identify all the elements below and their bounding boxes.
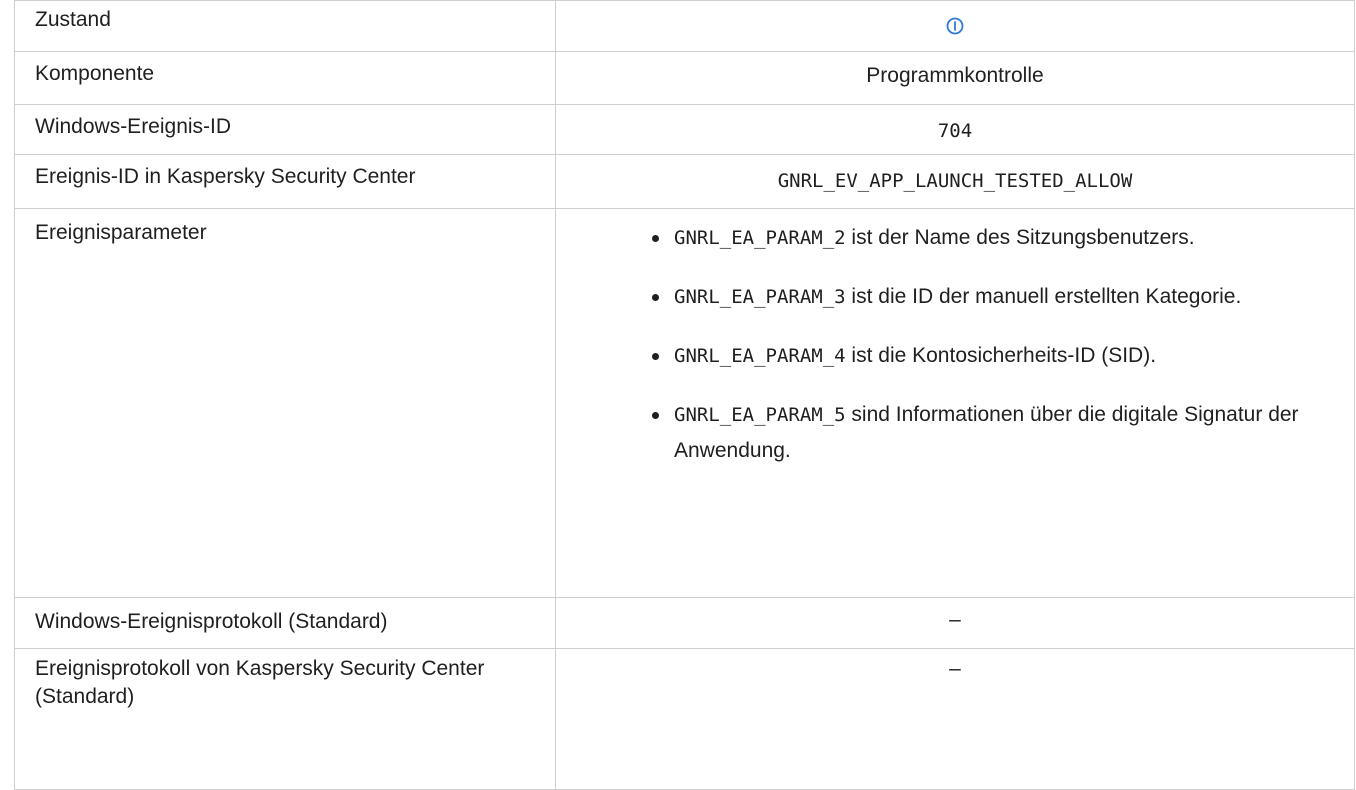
table-row-component: Komponente Programmkontrolle [14, 51, 1355, 105]
param-code: GNRL_EA_PARAM_4 [674, 345, 846, 367]
param-description: ist die Kontosicherheits-ID (SID). [845, 344, 1157, 367]
status-value [555, 0, 1355, 52]
component-label: Komponente [14, 51, 556, 105]
param-code: GNRL_EA_PARAM_2 [674, 227, 846, 249]
event-parameters-list: GNRL_EA_PARAM_2 ist der Name des Sitzung… [652, 220, 1332, 469]
param-code: GNRL_EA_PARAM_5 [674, 404, 846, 426]
bullet-icon [652, 294, 659, 301]
ksc-event-id-value: GNRL_EV_APP_LAUNCH_TESTED_ALLOW [555, 154, 1355, 209]
ksc-event-id-label: Ereignis-ID in Kaspersky Security Center [14, 154, 556, 209]
event-parameters-label: Ereignisparameter [14, 208, 556, 598]
info-circle-icon [945, 16, 965, 36]
event-parameters-value: GNRL_EA_PARAM_2 ist der Name des Sitzung… [555, 208, 1355, 598]
status-label: Zustand [14, 0, 556, 52]
list-item: GNRL_EA_PARAM_2 ist der Name des Sitzung… [652, 220, 1332, 256]
list-item: GNRL_EA_PARAM_5 sind Informationen über … [652, 397, 1332, 469]
param-description: ist die ID der manuell erstellten Katego… [845, 285, 1242, 308]
table-row-windows-event-id: Windows-Ereignis-ID 704 [14, 104, 1355, 155]
ksc-log-label: Ereignisprotokoll von Kaspersky Security… [14, 648, 556, 790]
windows-event-id-label: Windows-Ereignis-ID [14, 104, 556, 155]
ksc-log-value: – [555, 648, 1355, 790]
table-row-windows-log: Windows-Ereignisprotokoll (Standard) – [14, 597, 1355, 649]
list-item: GNRL_EA_PARAM_4 ist die Kontosicherheits… [652, 338, 1332, 374]
param-code: GNRL_EA_PARAM_3 [674, 286, 846, 308]
param-description: ist der Name des Sitzungsbenutzers. [845, 226, 1195, 249]
table-row-ksc-log: Ereignisprotokoll von Kaspersky Security… [14, 648, 1355, 790]
table-row-status: Zustand [14, 0, 1355, 52]
bullet-icon [652, 412, 659, 419]
windows-event-id-value: 704 [555, 104, 1355, 155]
table-row-event-parameters: Ereignisparameter GNRL_EA_PARAM_2 ist de… [14, 208, 1355, 598]
windows-log-value: – [555, 597, 1355, 649]
bullet-icon [652, 235, 659, 242]
bullet-icon [652, 353, 659, 360]
windows-log-label: Windows-Ereignisprotokoll (Standard) [14, 597, 556, 649]
event-properties-table: Zustand Komponente Programmkontrolle Win… [14, 0, 1355, 790]
table-row-ksc-event-id: Ereignis-ID in Kaspersky Security Center… [14, 154, 1355, 209]
component-value: Programmkontrolle [555, 51, 1355, 105]
list-item: GNRL_EA_PARAM_3 ist die ID der manuell e… [652, 279, 1332, 315]
